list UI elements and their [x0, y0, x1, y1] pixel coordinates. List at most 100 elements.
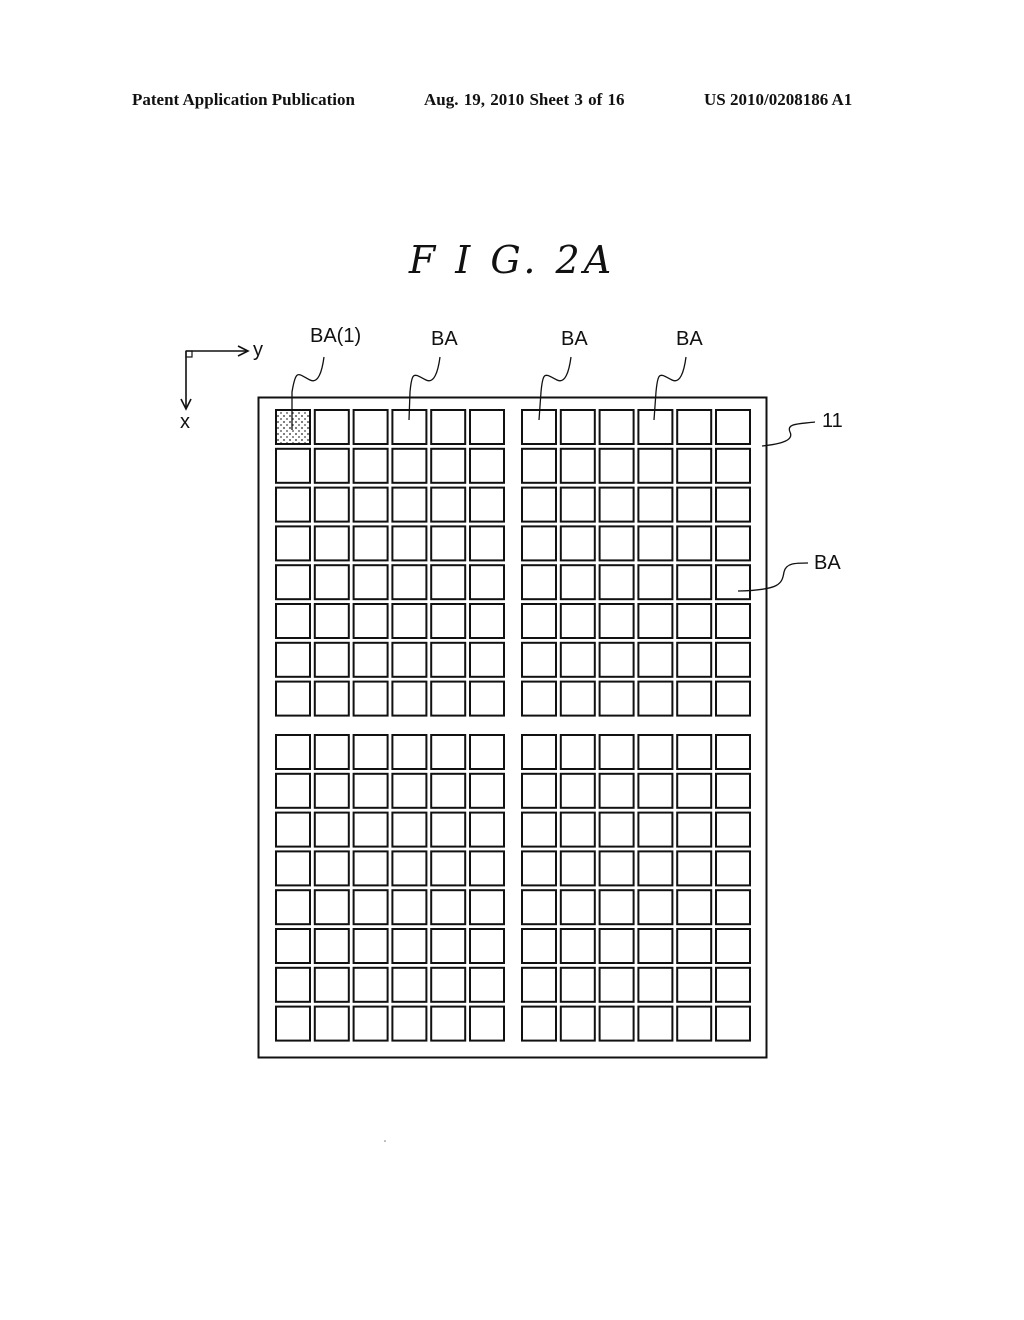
block-area	[598, 889, 635, 926]
right-angle-mark-icon	[185, 350, 193, 358]
block-area	[430, 1005, 467, 1042]
block-area	[715, 734, 751, 770]
block-area	[715, 564, 751, 601]
block-area	[715, 603, 751, 639]
block-area	[391, 734, 428, 770]
block-area	[676, 641, 713, 678]
block-area	[430, 889, 467, 926]
block-area	[313, 680, 350, 717]
block-area-ba1	[275, 409, 311, 445]
block-area	[275, 680, 311, 717]
block-area	[391, 447, 428, 484]
block-area	[676, 928, 713, 964]
block-area	[559, 772, 596, 809]
label-ba-top-2: BA	[561, 328, 588, 350]
block-area	[352, 928, 389, 964]
block-area	[430, 409, 467, 445]
block-area	[469, 889, 505, 926]
block-area	[715, 641, 751, 678]
block-area	[352, 850, 389, 887]
block-area	[715, 811, 751, 848]
block-area	[676, 966, 713, 1003]
block-area	[598, 409, 635, 445]
block-area	[469, 811, 505, 848]
block-area	[521, 486, 557, 523]
block-area	[676, 447, 713, 484]
block-area	[521, 603, 557, 639]
block-area	[521, 928, 557, 964]
block-area	[469, 928, 505, 964]
block-area	[598, 447, 635, 484]
block-area	[598, 811, 635, 848]
block-area	[430, 641, 467, 678]
block-area	[430, 680, 467, 717]
block-area	[521, 447, 557, 484]
block-area	[391, 486, 428, 523]
block-area	[559, 928, 596, 964]
block-area	[352, 409, 389, 445]
block-area	[598, 564, 635, 601]
block-area	[430, 966, 467, 1003]
axis-indicator: y x	[180, 339, 263, 433]
block-area	[715, 966, 751, 1003]
block-area	[559, 680, 596, 717]
block-area	[559, 603, 596, 639]
block-area	[715, 1005, 751, 1042]
block-area	[598, 603, 635, 639]
block-area	[676, 409, 713, 445]
block-area	[352, 447, 389, 484]
block-area	[313, 641, 350, 678]
block-area	[275, 603, 311, 639]
block-area	[430, 928, 467, 964]
block-area	[715, 486, 751, 523]
block-area	[469, 850, 505, 887]
block-area	[715, 525, 751, 562]
block-area	[521, 564, 557, 601]
x-axis-label: x	[180, 411, 190, 433]
block-area	[521, 811, 557, 848]
block-area	[391, 850, 428, 887]
leader-11	[761, 421, 816, 447]
block-area	[637, 811, 674, 848]
block-area	[715, 772, 751, 809]
block-area	[313, 734, 350, 770]
block-grid	[275, 409, 751, 1042]
block-area	[559, 850, 596, 887]
block-area	[637, 1005, 674, 1042]
block-area	[715, 850, 751, 887]
block-area	[715, 409, 751, 445]
block-area	[352, 966, 389, 1003]
block-area	[637, 734, 674, 770]
block-area	[430, 811, 467, 848]
block-area	[559, 486, 596, 523]
block-area	[352, 680, 389, 717]
block-area	[469, 680, 505, 717]
block-area	[637, 447, 674, 484]
block-area	[598, 525, 635, 562]
block-area	[637, 680, 674, 717]
block-area	[352, 889, 389, 926]
block-area	[430, 564, 467, 601]
block-area	[637, 409, 674, 445]
figure-drawing: y x BA(1) BA BA BA 11 BA	[180, 325, 843, 1142]
block-area	[352, 525, 389, 562]
label-ba1: BA(1)	[310, 325, 361, 347]
block-area	[275, 564, 311, 601]
block-area	[676, 734, 713, 770]
label-11: 11	[822, 410, 843, 432]
block-area	[352, 811, 389, 848]
block-area	[676, 603, 713, 639]
block-area	[469, 447, 505, 484]
block-area	[391, 772, 428, 809]
block-area	[637, 486, 674, 523]
block-area	[313, 1005, 350, 1042]
block-area	[352, 641, 389, 678]
label-ba-top-3: BA	[676, 328, 703, 350]
block-area	[352, 564, 389, 601]
block-area	[391, 641, 428, 678]
block-area	[430, 850, 467, 887]
block-area	[313, 811, 350, 848]
block-area	[637, 966, 674, 1003]
block-area	[275, 850, 311, 887]
block-area	[469, 564, 505, 601]
